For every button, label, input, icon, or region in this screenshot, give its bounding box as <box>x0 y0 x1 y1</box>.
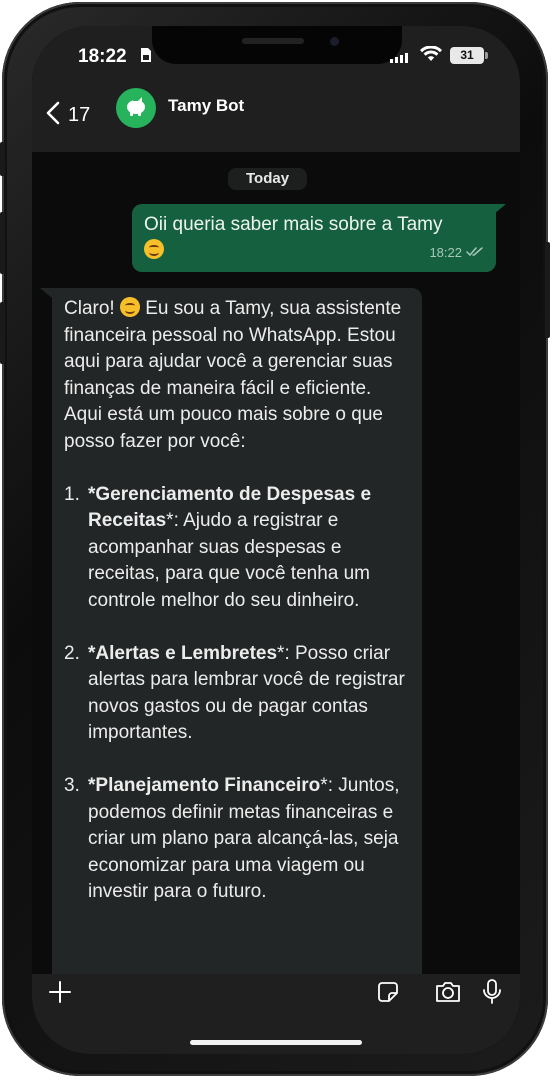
contact-name[interactable]: Tamy Bot <box>168 96 244 116</box>
message-meta: 18:22 <box>429 240 484 266</box>
phone-screen: 18:22 31 17 Tamy Bot Today Oii queria sa… <box>32 26 520 1054</box>
chat-header: 17 Tamy Bot <box>32 84 520 152</box>
status-time: 18:22 <box>78 46 127 67</box>
battery-tip <box>485 52 488 59</box>
outgoing-message[interactable]: Oii queria saber mais sobre a Tamy 18:22 <box>132 204 496 272</box>
sim-card-icon <box>140 47 152 68</box>
unread-count: 17 <box>68 103 91 126</box>
chevron-left-icon <box>46 101 60 130</box>
incoming-message[interactable]: Claro! Eu sou a Tamy, sua assistente fin… <box>52 288 422 974</box>
intro-prefix: Claro! <box>64 298 115 319</box>
sticker-icon[interactable] <box>376 980 400 1009</box>
list-number: 2. <box>64 642 80 664</box>
microphone-icon[interactable] <box>482 978 502 1011</box>
wifi-icon <box>420 45 442 67</box>
battery-indicator: 31 <box>450 47 484 64</box>
phone-frame: 18:22 31 17 Tamy Bot Today Oii queria sa… <box>0 2 550 1076</box>
front-camera <box>330 37 339 46</box>
double-check-icon <box>466 240 484 266</box>
mute-switch <box>0 142 5 176</box>
signal-icon <box>390 50 410 68</box>
outgoing-message-text: Oii queria saber mais sobre a Tamy <box>144 214 443 235</box>
smiling-face-emoji <box>119 297 140 317</box>
list-item: 1. *Gerenciamento de Despesas e Receitas… <box>64 482 410 615</box>
volume-down-button <box>0 302 5 364</box>
incoming-intro: Claro! Eu sou a Tamy, sua assistente fin… <box>64 296 410 455</box>
list-number: 3. <box>64 775 80 796</box>
chat-body[interactable]: Today Oii queria saber mais sobre a Tamy… <box>32 152 520 974</box>
message-time: 18:22 <box>429 245 462 260</box>
intro-text: Eu sou a Tamy, sua assistente financeira… <box>64 298 402 452</box>
list-number: 1. <box>64 483 80 505</box>
smiling-face-emoji <box>144 239 164 259</box>
notch <box>152 26 402 64</box>
list-item-title: *Alertas e Lembretes <box>88 642 278 664</box>
piggy-bank-icon <box>124 95 148 122</box>
incoming-bubble-tail <box>40 288 52 298</box>
back-button[interactable]: 17 <box>46 98 90 132</box>
power-button <box>545 242 550 338</box>
earpiece-speaker <box>242 38 304 44</box>
volume-up-button <box>0 212 5 274</box>
home-indicator[interactable] <box>190 1040 362 1045</box>
status-bar: 18:22 31 <box>32 26 520 84</box>
list-item: 2. *Alertas e Lembretes*: Posso criar al… <box>64 641 410 747</box>
plus-icon[interactable] <box>48 980 72 1009</box>
contact-avatar[interactable] <box>116 88 156 128</box>
list-item: 3. *Planejamento Financeiro*: Juntos, po… <box>64 773 410 906</box>
date-separator: Today <box>228 168 308 190</box>
message-input-bar <box>32 974 520 1054</box>
camera-icon[interactable] <box>434 980 462 1009</box>
list-item-title: *Planejamento Financeiro <box>88 775 321 796</box>
